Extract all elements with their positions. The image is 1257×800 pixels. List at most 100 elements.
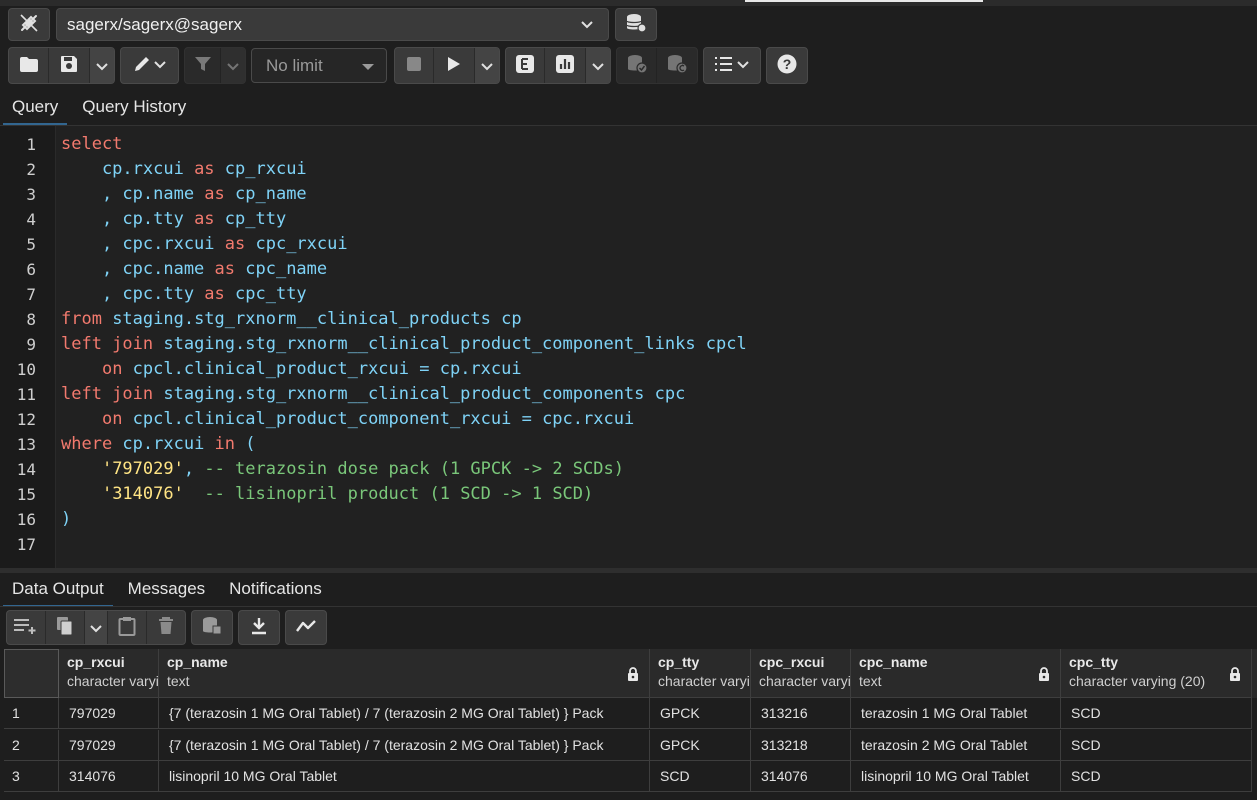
tab-query-history[interactable]: Query History <box>70 89 198 125</box>
table-cell[interactable]: 314076 <box>59 761 159 792</box>
sql-keyword: select <box>61 134 123 154</box>
edit-menu-button[interactable] <box>121 48 178 83</box>
filter-button[interactable] <box>185 48 220 83</box>
table-cell[interactable]: lisinopril 10 MG Oral Tablet <box>159 761 650 792</box>
execute-options-dropdown[interactable] <box>474 48 499 83</box>
code-text: , cpc.tty as cpc_tty <box>61 282 307 307</box>
chevron-down-icon <box>227 58 239 74</box>
line-number: 14 <box>16 460 36 479</box>
line-number: 5 <box>26 235 36 254</box>
help-button[interactable]: ? <box>767 48 807 83</box>
explain-analyze-button[interactable] <box>544 48 585 83</box>
macros-group <box>703 47 761 84</box>
caret-down-icon <box>362 56 374 76</box>
rollback-button[interactable] <box>656 48 697 83</box>
sql-identifier: cp_tty <box>214 209 287 229</box>
tab-data-output[interactable]: Data Output <box>0 571 116 607</box>
sql-keyword: as <box>214 259 236 279</box>
column-header-cp-name[interactable]: cp_name text <box>159 649 650 698</box>
new-connection-button[interactable] <box>615 8 657 41</box>
divider <box>0 606 1257 607</box>
sql-identifier: staging.stg_rxnorm__clinical_product_com… <box>153 384 686 404</box>
line-number: 6 <box>26 260 36 279</box>
table-cell[interactable]: 313216 <box>751 698 851 729</box>
stop-button[interactable] <box>395 48 433 83</box>
help-group: ? <box>766 47 808 84</box>
filter-icon <box>194 55 212 76</box>
sql-editor[interactable]: 1 select 2 cp.rxcui as cp_rxcui 3 , cp.name… <box>0 126 1257 568</box>
table-cell[interactable]: terazosin 1 MG Oral Tablet <box>851 698 1061 729</box>
line-number: 2 <box>26 160 36 179</box>
sql-identifier: cpc_name <box>235 259 328 279</box>
column-name: cp_rxcui <box>67 654 125 670</box>
sql-keyword: as <box>194 159 215 179</box>
tab-notifications[interactable]: Notifications <box>217 571 334 607</box>
explain-button[interactable] <box>506 48 544 83</box>
column-header-cpc-name[interactable]: cpc_name text <box>851 649 1061 698</box>
graph-visualiser-button[interactable] <box>286 611 326 644</box>
table-cell[interactable]: terazosin 2 MG Oral Tablet <box>851 729 1061 761</box>
delete-button[interactable] <box>146 611 185 644</box>
select-all-cell[interactable] <box>4 649 59 698</box>
row-number[interactable]: 1 <box>4 698 59 729</box>
table-cell[interactable]: 314076 <box>751 761 851 792</box>
save-options-dropdown[interactable] <box>89 48 114 83</box>
row-limit-select[interactable]: No limit <box>251 48 387 83</box>
download-button[interactable] <box>239 611 279 644</box>
sql-identifier <box>61 409 102 429</box>
column-header-cpc-tty[interactable]: cpc_tty character varying (20) <box>1061 649 1252 698</box>
sql-keyword: on <box>101 359 123 379</box>
table-cell[interactable]: 797029 <box>59 698 159 729</box>
explain-options-dropdown[interactable] <box>585 48 610 83</box>
row-number[interactable]: 3 <box>4 761 59 792</box>
row-number[interactable]: 2 <box>4 729 59 761</box>
table-cell[interactable]: {7 (terazosin 1 MG Oral Tablet) / 7 (ter… <box>159 698 650 729</box>
add-row-button[interactable] <box>7 611 45 644</box>
row-limit-value: No limit <box>266 55 323 75</box>
table-cell[interactable]: SCD <box>1061 729 1252 761</box>
copy-options-dropdown[interactable] <box>84 611 107 644</box>
tab-indicator <box>745 0 983 2</box>
connection-status-button[interactable] <box>8 8 50 41</box>
column-header-cp-rxcui[interactable]: cp_rxcui character varying <box>59 649 159 698</box>
line-number: 15 <box>16 485 36 504</box>
connection-select[interactable]: sagerx/sagerx@sagerx <box>56 8 609 41</box>
save-data-button[interactable] <box>192 611 232 644</box>
code-text: , cpc.rxcui as cpc_rxcui <box>61 232 348 257</box>
code-text: on cpcl.clinical_product_component_rxcui… <box>61 407 634 432</box>
commit-button[interactable] <box>617 48 656 83</box>
download-group <box>238 610 280 645</box>
column-header-cpc-rxcui[interactable]: cpc_rxcui character varying <box>751 649 851 698</box>
macros-menu-button[interactable] <box>704 48 760 83</box>
table-cell[interactable]: lisinopril 10 MG Oral Tablet <box>851 761 1061 792</box>
tab-query[interactable]: Query <box>0 89 70 125</box>
copy-button[interactable] <box>45 611 84 644</box>
table-cell[interactable]: {7 (terazosin 1 MG Oral Tablet) / 7 (ter… <box>159 729 650 761</box>
column-name: cpc_tty <box>1069 654 1119 670</box>
table-cell[interactable]: 313218 <box>751 729 851 761</box>
copy-icon <box>56 616 74 639</box>
table-cell[interactable]: GPCK <box>650 698 751 729</box>
sql-keyword: as <box>194 209 215 229</box>
table-cell[interactable]: SCD <box>1061 698 1252 729</box>
code-text: left join staging.stg_rxnorm__clinical_p… <box>61 332 747 357</box>
table-cell[interactable]: 797029 <box>59 729 159 761</box>
save-file-button[interactable] <box>48 48 89 83</box>
filter-options-dropdown[interactable] <box>220 48 245 83</box>
sql-identifier: cp.rxcui <box>112 434 215 454</box>
column-header-cp-tty[interactable]: cp_tty character varying <box>650 649 751 698</box>
sql-identifier <box>61 459 102 479</box>
sql-identifier: cpcl.clinical_product_rxcui = cp.rxcui <box>122 359 522 379</box>
database-commit-icon <box>626 54 648 77</box>
column-type: text <box>167 673 190 689</box>
table-cell[interactable]: GPCK <box>650 729 751 761</box>
execute-button[interactable] <box>433 48 474 83</box>
tab-messages[interactable]: Messages <box>116 571 217 607</box>
sql-identifier: staging.stg_rxnorm__clinical_products cp <box>101 309 522 329</box>
paste-button[interactable] <box>107 611 146 644</box>
open-file-button[interactable] <box>9 48 48 83</box>
line-number: 13 <box>16 435 36 454</box>
table-cell[interactable]: SCD <box>650 761 751 792</box>
database-settings-icon <box>625 13 647 36</box>
table-cell[interactable]: SCD <box>1061 761 1252 792</box>
